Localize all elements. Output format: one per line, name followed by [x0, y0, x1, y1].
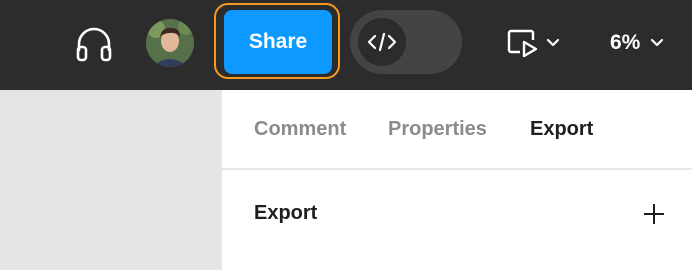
top-toolbar: Share 6% — [0, 0, 692, 90]
tab-comment[interactable]: Comment — [254, 118, 346, 141]
dev-mode-toggle[interactable] — [350, 10, 462, 74]
headphones-icon[interactable] — [74, 24, 114, 64]
code-icon — [367, 32, 397, 52]
zoom-dropdown[interactable]: 6% — [610, 26, 664, 60]
tab-export[interactable]: Export — [530, 118, 593, 141]
avatar[interactable] — [146, 19, 194, 67]
right-panel: Comment Properties Export Export — [222, 90, 692, 270]
tab-properties[interactable]: Properties — [388, 118, 487, 141]
chevron-down-icon — [651, 38, 664, 47]
present-icon — [507, 29, 538, 58]
zoom-level: 6% — [610, 31, 641, 54]
panel-tabs: Comment Properties Export — [222, 90, 692, 170]
canvas-area[interactable] — [0, 90, 222, 270]
share-button[interactable]: Share — [224, 10, 332, 74]
plus-icon — [644, 204, 664, 224]
export-section-title: Export — [254, 202, 318, 224]
chevron-down-icon — [546, 38, 560, 47]
dev-mode-knob — [358, 18, 406, 66]
present-button[interactable] — [506, 26, 560, 60]
add-export-button[interactable] — [640, 200, 668, 228]
